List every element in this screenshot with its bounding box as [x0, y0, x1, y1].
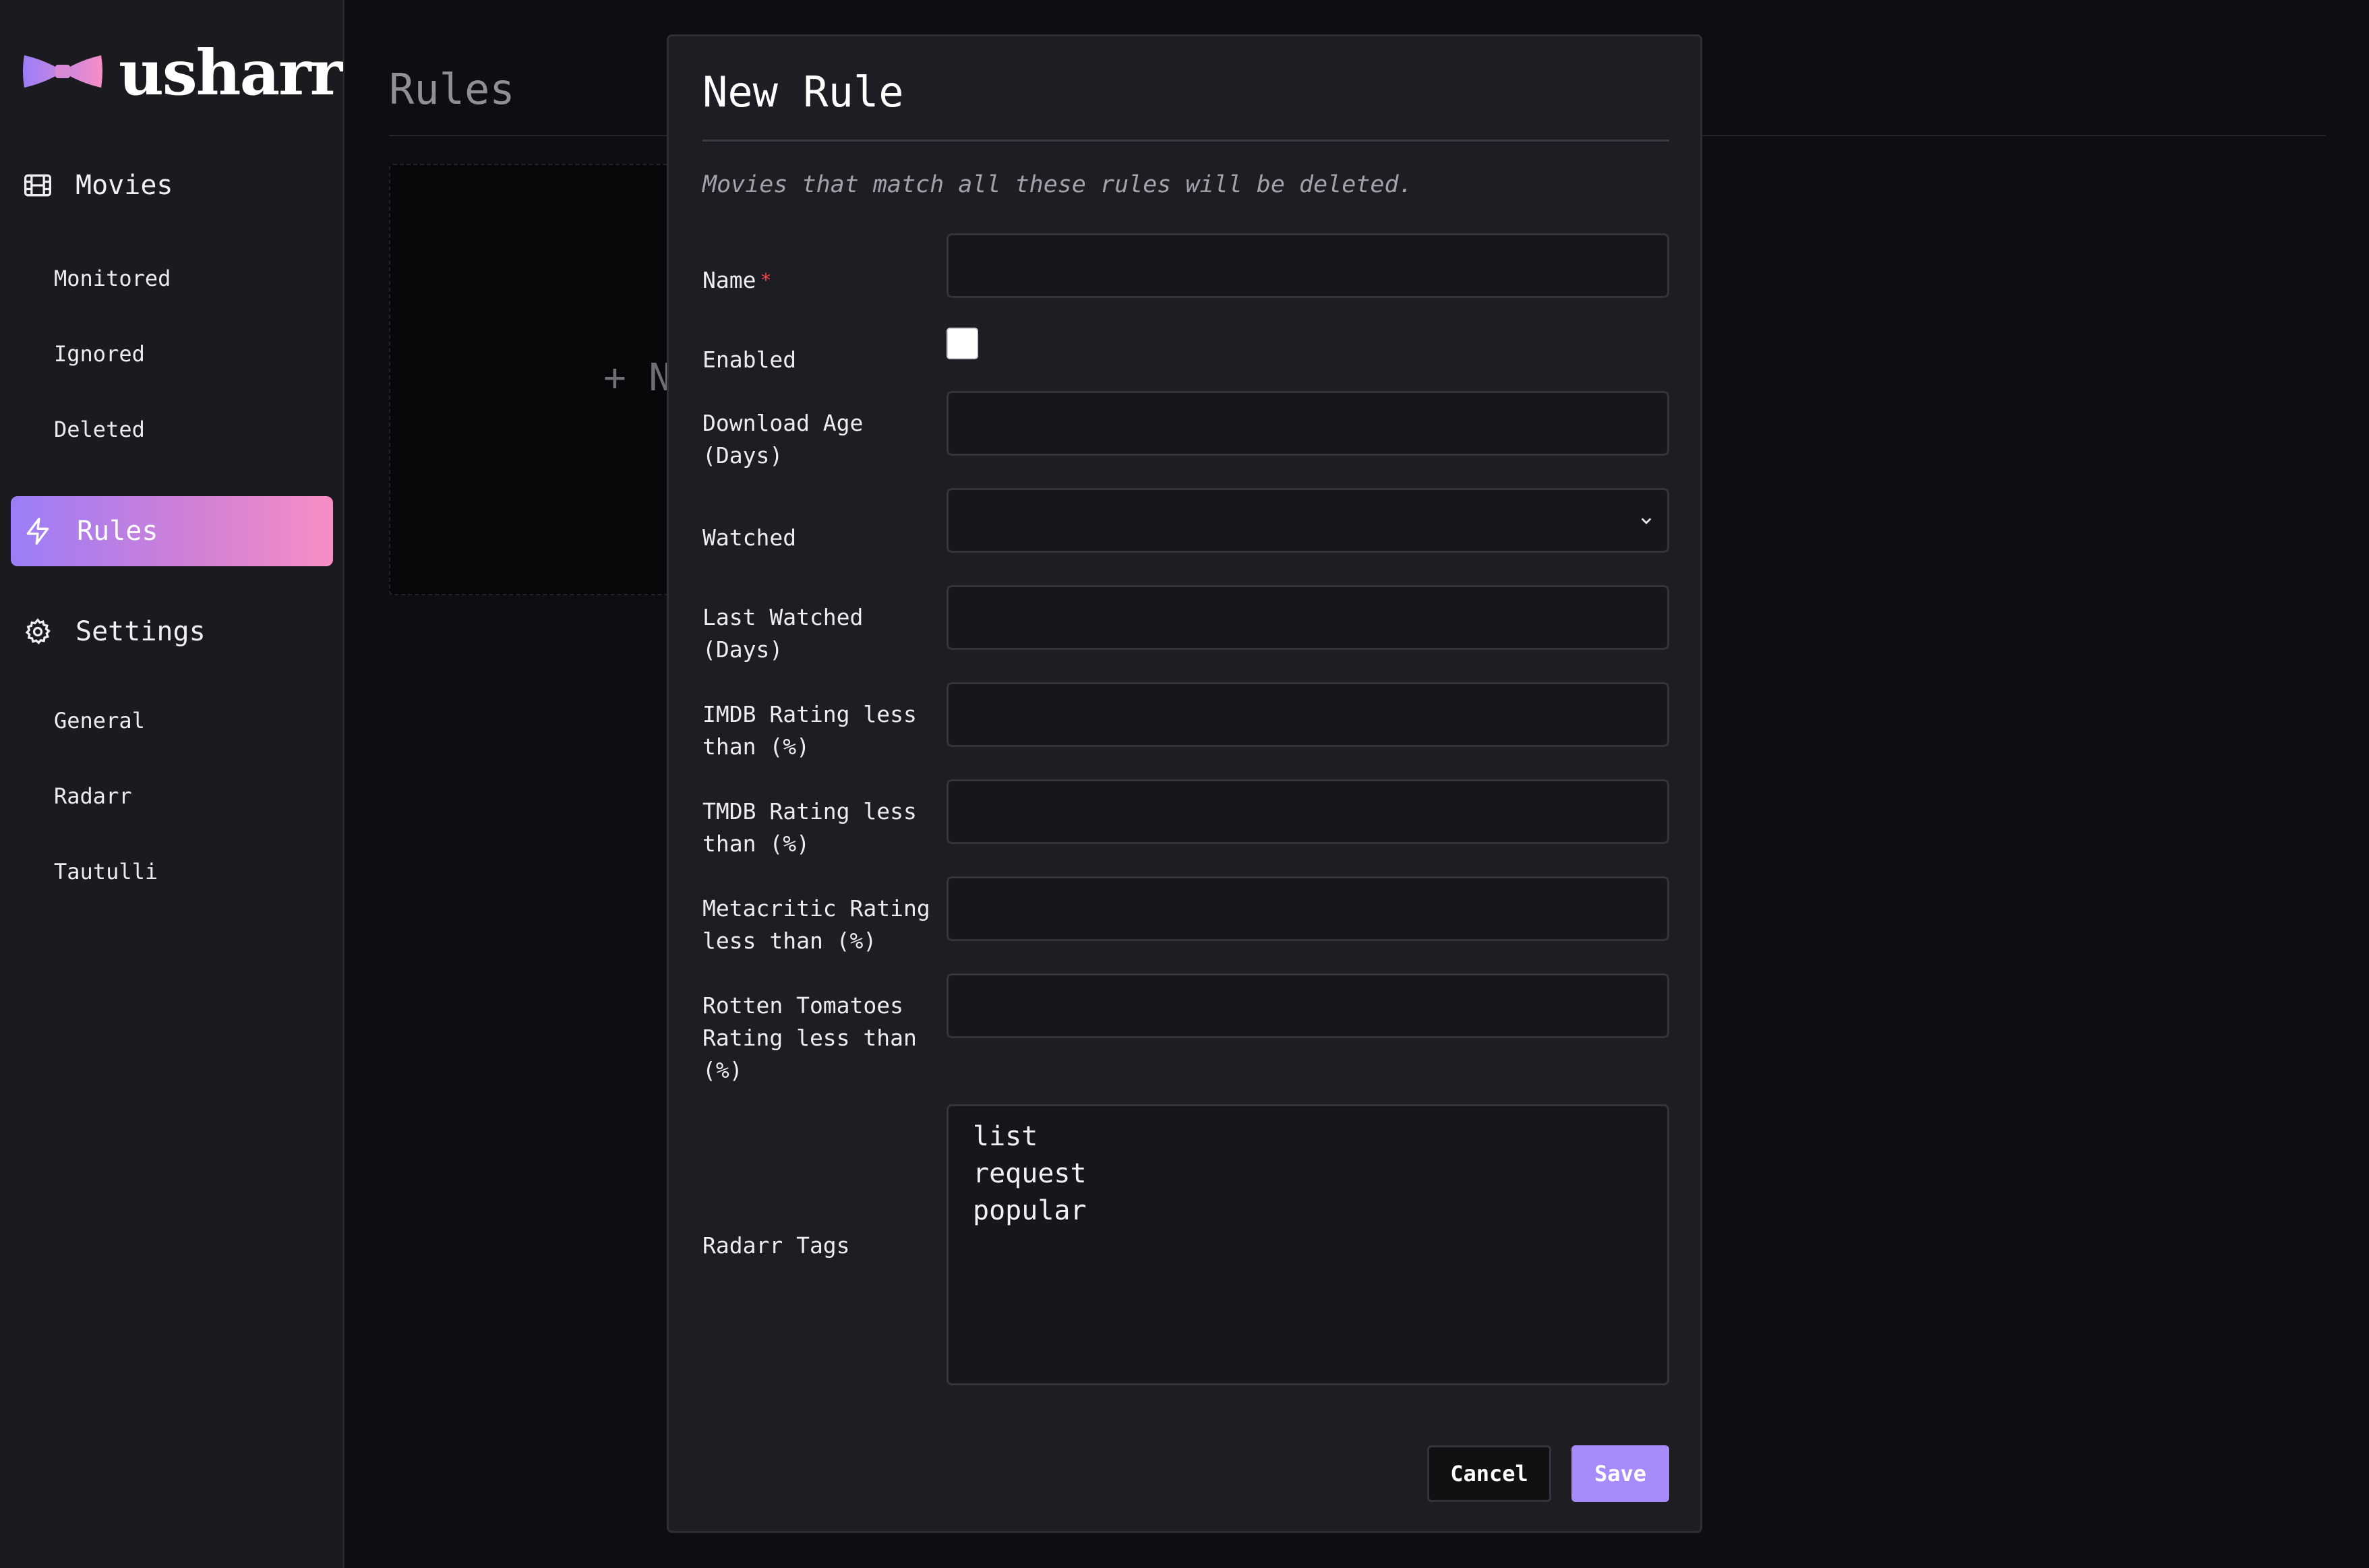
sidebar-item-monitored[interactable]: Monitored [54, 266, 171, 291]
logo[interactable]: usharr [22, 36, 342, 109]
sidebar-item-deleted[interactable]: Deleted [54, 417, 145, 442]
modal-description: Movies that match all these rules will b… [702, 171, 1413, 198]
imdb-input[interactable] [947, 682, 1669, 747]
tag-option[interactable]: popular [973, 1193, 1643, 1230]
download-age-label: Download Age (Days) [702, 410, 864, 469]
app-name: usharr [119, 36, 342, 109]
watched-label: Watched [702, 524, 797, 551]
sidebar-item-general[interactable]: General [54, 708, 145, 733]
chevron-down-icon [1639, 507, 1654, 535]
sidebar-item-label: Settings [76, 616, 206, 647]
sidebar-item-settings[interactable]: Settings [23, 616, 206, 647]
tmdb-label: TMDB Rating less than (%) [702, 798, 917, 857]
save-button[interactable]: Save [1571, 1445, 1669, 1502]
required-mark: * [760, 269, 772, 291]
rotten-tomatoes-label: Rotten Tomatoes Rating less than (%) [702, 992, 917, 1083]
metacritic-input[interactable] [947, 876, 1669, 941]
film-icon [23, 171, 53, 200]
sidebar-item-radarr[interactable]: Radarr [54, 783, 132, 809]
sidebar-item-label: Movies [76, 170, 173, 201]
sidebar-item-label: Rules [77, 516, 158, 547]
enabled-label: Enabled [702, 346, 797, 373]
sidebar-item-movies[interactable]: Movies [23, 170, 173, 201]
name-label: Name * [702, 264, 932, 297]
new-rule-modal: New Rule Movies that match all these rul… [667, 34, 1702, 1533]
metacritic-label: Metacritic Rating less than (%) [702, 895, 930, 954]
last-watched-input[interactable] [947, 585, 1669, 650]
gear-icon [23, 617, 53, 646]
radarr-tags-multiselect[interactable]: list request popular [947, 1104, 1669, 1385]
watched-select[interactable] [947, 488, 1669, 553]
name-label-text: Name [702, 267, 756, 293]
sidebar-item-rules[interactable]: Rules [11, 496, 333, 566]
bowtie-logo-icon [22, 51, 104, 94]
lightning-icon [23, 516, 53, 546]
modal-divider [702, 140, 1669, 142]
page-title: Rules [389, 65, 515, 114]
app-root: usharr Movies Monitored Ignored Deleted [0, 0, 2369, 1568]
download-age-input[interactable] [947, 391, 1669, 456]
tmdb-input[interactable] [947, 779, 1669, 844]
cancel-button[interactable]: Cancel [1427, 1445, 1551, 1502]
last-watched-label: Last Watched (Days) [702, 604, 864, 663]
sidebar: usharr Movies Monitored Ignored Deleted [0, 0, 344, 1568]
tag-option[interactable]: list [973, 1118, 1643, 1155]
tag-option[interactable]: request [973, 1155, 1643, 1193]
imdb-label: IMDB Rating less than (%) [702, 701, 917, 760]
modal-title: New Rule [702, 67, 904, 117]
enabled-checkbox[interactable] [947, 328, 978, 359]
sidebar-item-tautulli[interactable]: Tautulli [54, 859, 158, 884]
name-input[interactable] [947, 233, 1669, 298]
rotten-tomatoes-input[interactable] [947, 973, 1669, 1038]
sidebar-item-ignored[interactable]: Ignored [54, 341, 145, 367]
radarr-tags-label: Radarr Tags [702, 1232, 850, 1259]
